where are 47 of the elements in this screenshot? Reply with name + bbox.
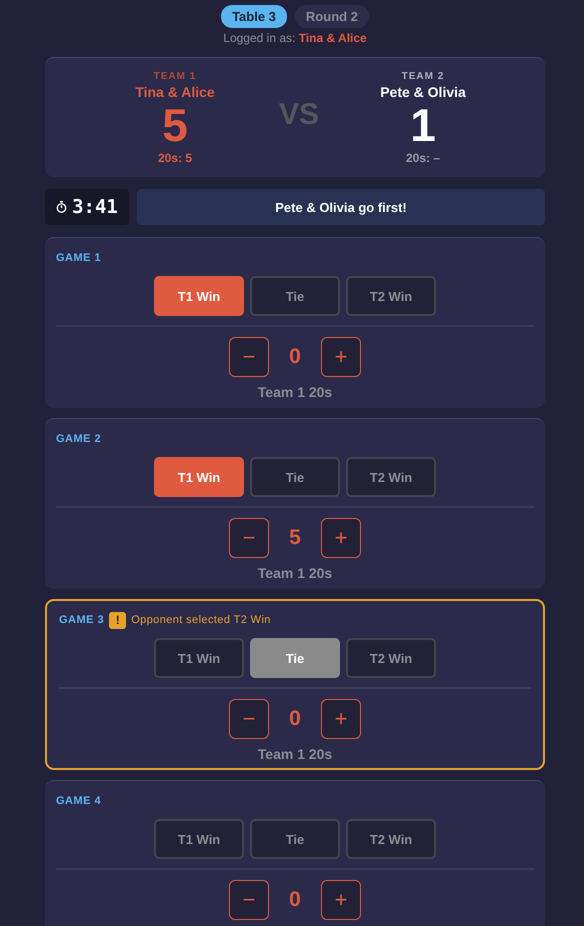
twenties-count: 20s: – — [406, 150, 440, 164]
timer: 3:41 — [45, 189, 129, 225]
result-option[interactable]: T1 Win — [154, 276, 244, 316]
result-option[interactable]: T2 Win — [346, 457, 436, 497]
game-title: GAME 1 — [56, 252, 102, 264]
game-title: GAME 3 — [59, 614, 104, 626]
warning-icon: ! — [109, 612, 126, 628]
decrement-button[interactable]: − — [229, 699, 269, 739]
result-option[interactable]: Tie — [250, 819, 340, 859]
counter-value: 0 — [288, 345, 302, 369]
increment-button[interactable]: + — [321, 880, 361, 920]
decrement-button[interactable]: − — [229, 880, 269, 920]
counter-value: 5 — [288, 526, 302, 550]
result-option[interactable]: Tie — [250, 276, 340, 316]
team-name: Pete & Olivia — [380, 84, 466, 100]
result-option[interactable]: T1 Win — [154, 819, 244, 859]
result-option[interactable]: T2 Win — [346, 638, 436, 678]
result-option[interactable]: T1 Win — [154, 457, 244, 497]
login-status: Logged in as: Tina & Alice — [222, 31, 368, 45]
counter-label: Team 1 20s — [256, 565, 334, 581]
increment-button[interactable]: + — [321, 699, 361, 739]
result-option[interactable]: T1 Win — [154, 638, 244, 678]
decrement-button[interactable]: − — [229, 337, 269, 377]
result-option[interactable]: Tie — [250, 457, 340, 497]
tab[interactable]: Round 2 — [294, 5, 369, 28]
counter-label: Team 1 20s — [256, 384, 334, 400]
increment-button[interactable]: + — [321, 337, 361, 377]
decrement-button[interactable]: − — [229, 518, 269, 558]
stopwatch-icon — [56, 201, 68, 213]
turn-banner: Pete & Olivia go first! — [137, 189, 545, 225]
game-title: GAME 2 — [56, 433, 102, 445]
twenties-count: 20s: 5 — [158, 150, 192, 164]
counter-value: 0 — [288, 888, 302, 912]
team-label: TEAM 2 — [402, 70, 444, 82]
increment-button[interactable]: + — [321, 518, 361, 558]
counter-label: Team 1 20s — [256, 746, 334, 762]
team-name: Tina & Alice — [135, 84, 215, 100]
result-option[interactable]: T2 Win — [346, 819, 436, 859]
counter-value: 0 — [288, 707, 302, 731]
result-option[interactable]: Tie — [250, 638, 340, 678]
team-label: TEAM 1 — [154, 70, 196, 82]
team-score: 5 — [162, 102, 188, 148]
game-title: GAME 4 — [56, 795, 102, 807]
tab[interactable]: Table 3 — [221, 5, 287, 28]
team-score: 1 — [410, 102, 436, 148]
warning-message: Opponent selected T2 Win — [131, 614, 271, 626]
result-option[interactable]: T2 Win — [346, 276, 436, 316]
